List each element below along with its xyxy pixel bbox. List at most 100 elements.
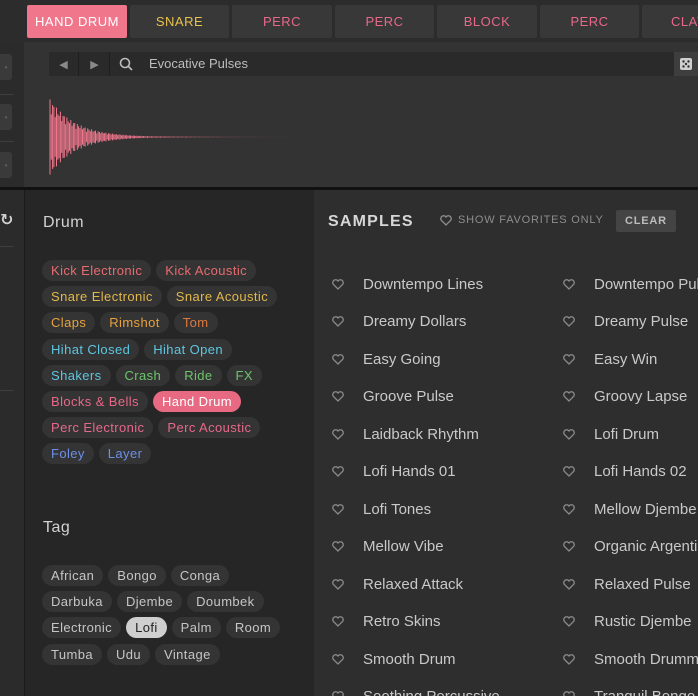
tag-chip-palm[interactable]: Palm [171, 617, 221, 639]
drum-chip-ride[interactable]: Ride [175, 364, 222, 386]
sample-list-item[interactable]: Relaxed Pulse [563, 569, 691, 599]
favorite-toggle[interactable] [563, 353, 577, 365]
tag-chip-tumba[interactable]: Tumba [42, 643, 102, 665]
drum-chip-blocks-bells[interactable]: Blocks & Bells [42, 391, 148, 412]
sample-list-item[interactable]: Dreamy Pulse [563, 307, 688, 337]
tag-chip-vintage[interactable]: Vintage [155, 643, 220, 665]
tag-chip-electronic[interactable]: Electronic [42, 617, 122, 639]
drum-chip-perc-electronic[interactable]: Perc Electronic [42, 417, 154, 439]
favorite-toggle[interactable] [332, 316, 346, 327]
sample-list-item[interactable]: Smooth Drum [332, 644, 456, 674]
tag-chip-darbuka[interactable]: Darbuka [42, 591, 112, 613]
instrument-tab[interactable]: PERC [335, 5, 434, 38]
rail-toggle-icon[interactable]: ◦ [0, 152, 12, 178]
sample-list-item[interactable]: Tranquil Bongo [563, 682, 695, 696]
favorite-toggle[interactable] [332, 466, 346, 477]
favorite-toggle[interactable] [563, 653, 577, 665]
favorite-toggle[interactable] [563, 616, 577, 627]
sample-list-item[interactable]: Easy Win [563, 344, 657, 374]
favorite-toggle[interactable] [563, 316, 577, 327]
favorite-toggle[interactable] [563, 503, 577, 515]
instrument-tab[interactable]: SNARE [130, 5, 229, 38]
drum-chip-hand-drum[interactable]: Hand Drum [152, 391, 242, 412]
tag-chip-conga[interactable]: Conga [170, 565, 230, 586]
tag-chip-doumbek[interactable]: Doumbek [187, 591, 264, 613]
tag-chip-lofi[interactable]: Lofi [126, 617, 167, 639]
favorite-toggle[interactable] [332, 503, 346, 515]
favorite-toggle[interactable] [332, 353, 346, 365]
favorite-toggle[interactable] [563, 578, 577, 590]
tag-chip-bongo[interactable]: Bongo [108, 565, 166, 586]
favorite-toggle[interactable] [332, 616, 346, 627]
previous-button[interactable]: ◀ [49, 52, 79, 76]
rail-toggle-icon[interactable]: ◦ [0, 54, 12, 80]
sample-list-item[interactable]: Rustic Djembe [563, 607, 692, 637]
tag-chip-djembe[interactable]: Djembe [116, 591, 183, 613]
favorite-toggle[interactable] [563, 466, 577, 477]
current-sample-name[interactable]: Evocative Pulses [149, 56, 248, 71]
drum-chip-rimshot[interactable]: Rimshot [100, 312, 169, 334]
sample-list-item[interactable]: Groove Pulse [332, 382, 454, 412]
sample-name: Relaxed Attack [363, 575, 464, 593]
drum-chip-snare-electronic[interactable]: Snare Electronic [42, 286, 162, 308]
instrument-tab[interactable]: PERC [540, 5, 639, 38]
sample-list-item[interactable]: Easy Going [332, 344, 441, 374]
favorite-toggle[interactable] [332, 653, 346, 665]
favorite-toggle[interactable] [563, 391, 577, 402]
drum-chip-foley[interactable]: Foley [42, 443, 94, 465]
sample-list-item[interactable]: Mellow Vibe [332, 532, 444, 562]
sample-list-item[interactable]: Lofi Drum [563, 419, 659, 449]
drum-chip-fx[interactable]: FX [226, 364, 262, 386]
sample-list-item[interactable]: Downtempo Lines [332, 269, 483, 299]
instrument-tab[interactable]: BLOCK [437, 5, 537, 38]
favorite-toggle[interactable] [563, 428, 577, 440]
sample-list-item[interactable]: Downtempo Pulse [563, 269, 698, 299]
drum-chip-hihat-open[interactable]: Hihat Open [144, 338, 232, 360]
drum-chip-snare-acoustic[interactable]: Snare Acoustic [166, 286, 278, 308]
sample-list-item[interactable]: Soothing Percussive [332, 682, 500, 696]
drum-chip-kick-electronic[interactable]: Kick Electronic [42, 260, 152, 281]
favorite-toggle[interactable] [332, 578, 346, 590]
next-button[interactable]: ▶ [80, 52, 110, 76]
favorite-toggle[interactable] [563, 278, 577, 290]
instrument-tab[interactable]: CLAY [642, 5, 698, 38]
instrument-tab[interactable]: HAND DRUM [27, 5, 127, 38]
instrument-tab[interactable]: PERC [232, 5, 332, 38]
drum-chip-layer[interactable]: Layer [98, 443, 152, 465]
favorite-toggle[interactable] [332, 428, 346, 440]
drum-chip-claps[interactable]: Claps [42, 312, 96, 334]
tag-chip-african[interactable]: African [42, 565, 104, 586]
favorite-toggle[interactable] [332, 691, 346, 696]
tag-chip-udu[interactable]: Udu [106, 643, 151, 665]
sample-list-item[interactable]: Laidback Rhythm [332, 419, 479, 449]
favorite-toggle[interactable] [332, 278, 346, 290]
sample-list-item[interactable]: Dreamy Dollars [332, 307, 466, 337]
waveform-display[interactable] [48, 84, 328, 184]
random-button[interactable] [674, 52, 698, 76]
drum-chip-crash[interactable]: Crash [115, 364, 171, 386]
clear-button[interactable]: CLEAR [616, 210, 676, 232]
favorite-toggle[interactable] [563, 541, 577, 552]
sample-list-item[interactable]: Mellow Djembe [563, 494, 697, 524]
drum-chip-hihat-closed[interactable]: Hihat Closed [42, 338, 140, 360]
sample-list-item[interactable]: Organic Argentine [563, 532, 698, 562]
favorite-toggle[interactable] [332, 391, 346, 402]
sample-list-item[interactable]: Groovy Lapse [563, 382, 687, 412]
drum-chip-perc-acoustic[interactable]: Perc Acoustic [158, 417, 261, 439]
drum-chip-tom[interactable]: Tom [173, 312, 218, 334]
sample-list-item[interactable]: Retro Skins [332, 607, 441, 637]
favorite-toggle[interactable] [563, 691, 577, 696]
tag-section-title: Tag [43, 519, 71, 536]
tag-chip-room[interactable]: Room [225, 617, 281, 639]
sample-list-item[interactable]: Lofi Tones [332, 494, 431, 524]
favorite-toggle[interactable] [332, 541, 346, 552]
sample-list-item[interactable]: Smooth Drummer [563, 644, 698, 674]
drum-chip-kick-acoustic[interactable]: Kick Acoustic [156, 260, 257, 281]
sample-list-item[interactable]: Relaxed Attack [332, 569, 463, 599]
rail-toggle-icon[interactable]: ◦ [0, 104, 12, 130]
show-favorites-toggle[interactable]: SHOW FAVORITES ONLY [440, 214, 604, 226]
refresh-icon[interactable]: ↻ [0, 210, 13, 230]
drum-chip-shakers[interactable]: Shakers [42, 364, 111, 386]
sample-list-item[interactable]: Lofi Hands 01 [332, 457, 456, 487]
sample-list-item[interactable]: Lofi Hands 02 [563, 457, 687, 487]
